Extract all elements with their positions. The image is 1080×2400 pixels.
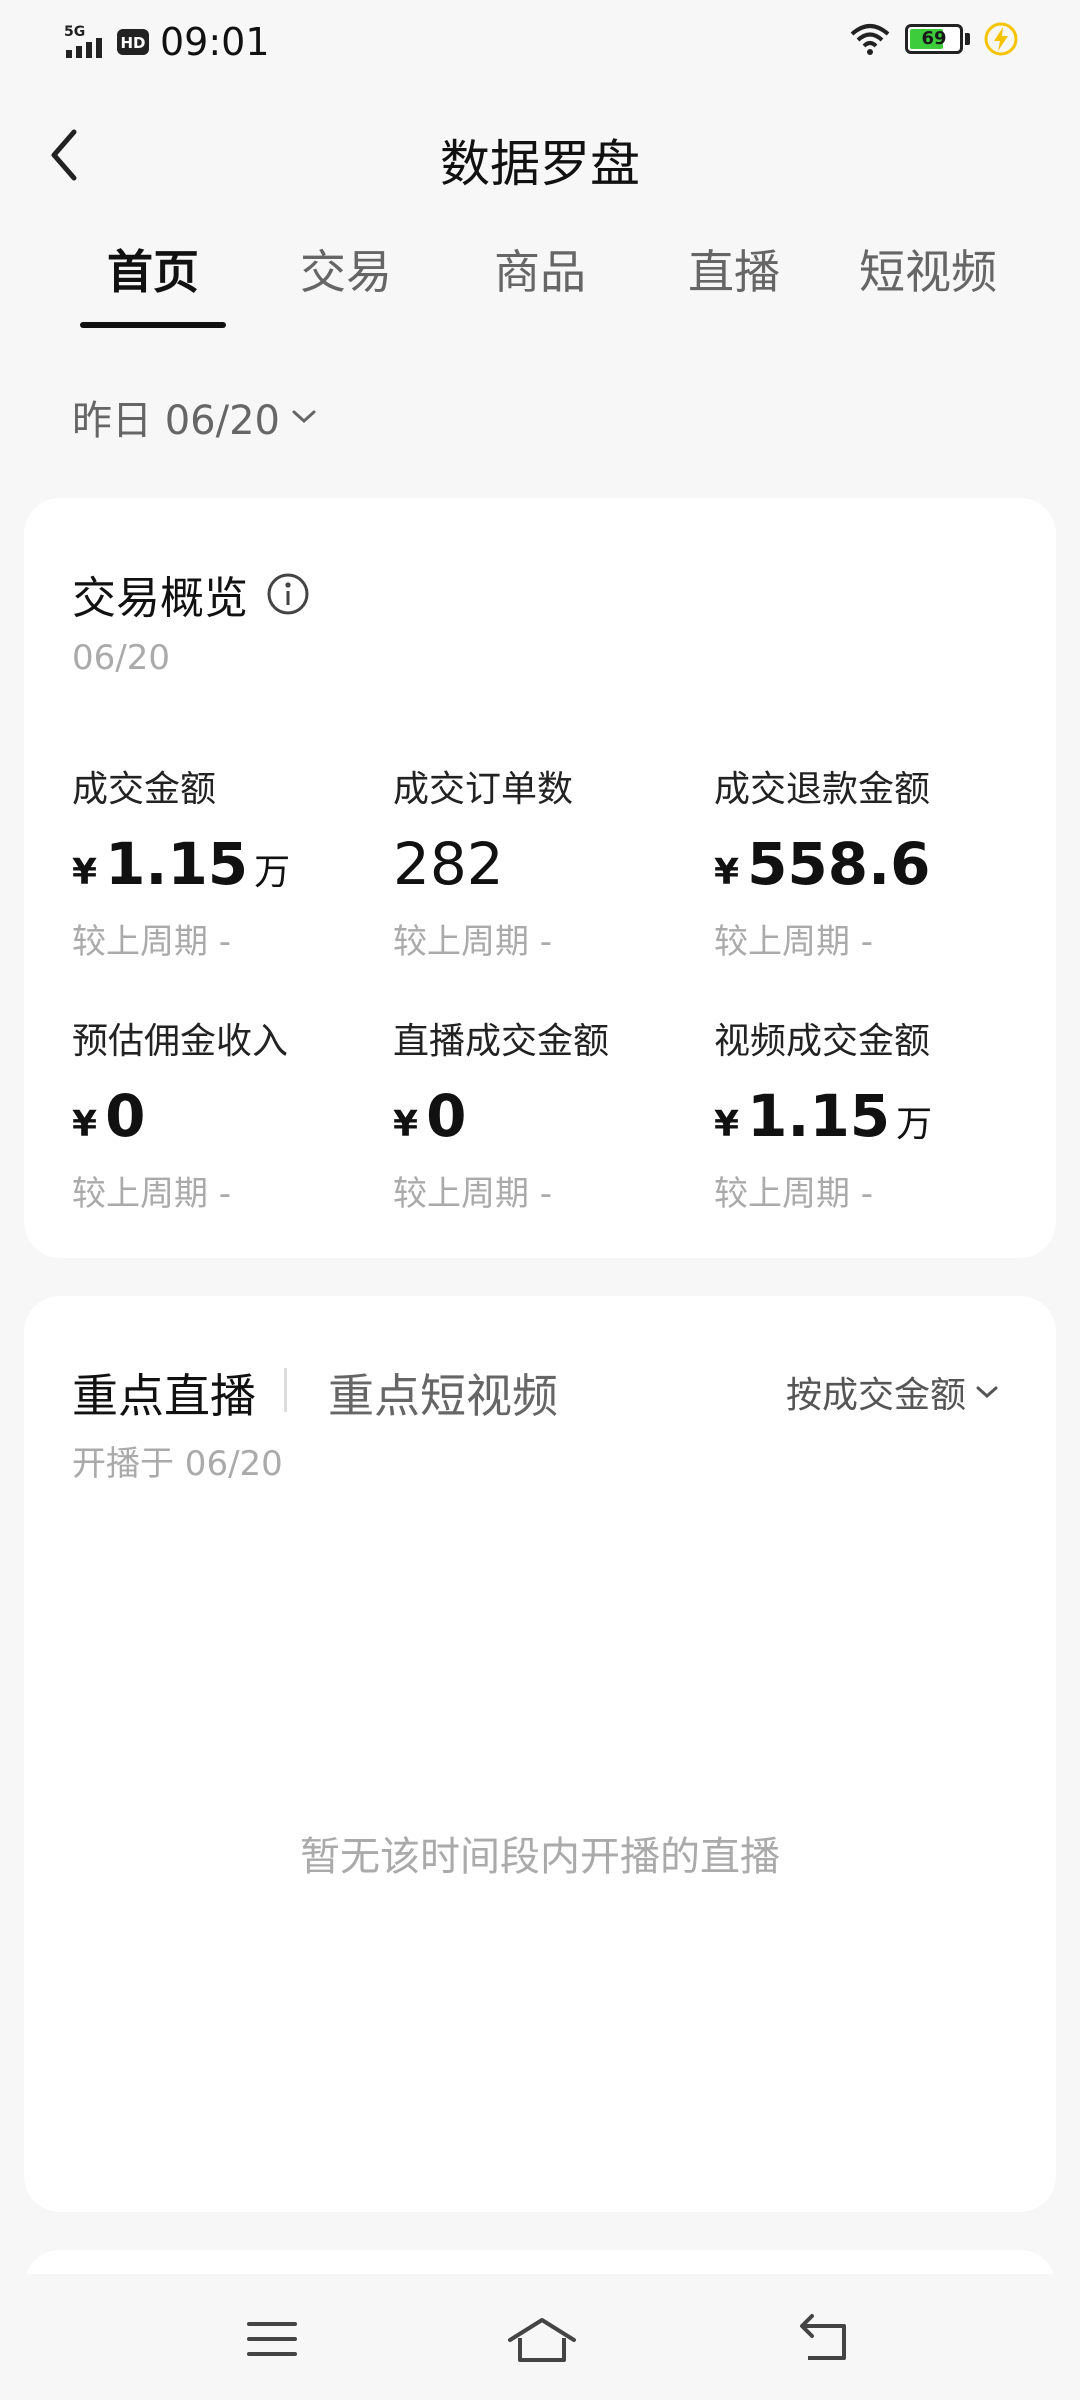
- back-nav-button[interactable]: [784, 2304, 864, 2374]
- empty-state-text: 暂无该时间段内开播的直播: [300, 1834, 780, 1880]
- chevron-down-icon: [292, 410, 316, 424]
- metric-label: 成交金额: [72, 769, 217, 810]
- active-tab-indicator: [80, 322, 226, 328]
- metric-number: 0: [105, 1082, 146, 1150]
- metric-refund[interactable]: 成交退款金额 ¥ 558.6 较上周期 -: [714, 760, 1034, 963]
- metric-compare: 较上周期 -: [72, 922, 232, 962]
- currency-symbol: ¥: [393, 1104, 419, 1145]
- metric-label: 成交订单数: [393, 769, 574, 810]
- wifi-icon: [850, 24, 890, 55]
- status-right: 69: [849, 22, 1018, 56]
- focus-subtitle: 开播于 06/20: [72, 1444, 283, 1484]
- metric-compare: 较上周期 -: [714, 922, 874, 962]
- battery-level: 69: [921, 28, 947, 49]
- metric-value: ¥ 558.6: [714, 830, 1034, 898]
- charging-icon: [984, 22, 1018, 56]
- network-type: 5G: [64, 24, 85, 40]
- metric-number: 1.15: [105, 830, 249, 898]
- info-icon[interactable]: [266, 572, 310, 616]
- metric-gmv[interactable]: 成交金额 ¥ 1.15 万 较上周期 -: [72, 760, 392, 963]
- currency-symbol: ¥: [714, 852, 740, 893]
- metric-compare: 较上周期 -: [714, 1174, 874, 1214]
- tab-short-video[interactable]: 短视频: [828, 236, 1028, 302]
- metric-compare: 较上周期 -: [393, 922, 553, 962]
- clock: 09:01: [160, 20, 270, 64]
- tab-separator: [284, 1368, 287, 1412]
- date-selector[interactable]: 昨日 06/20: [72, 388, 318, 446]
- page-title: 数据罗盘: [440, 135, 640, 193]
- metric-number: 558.6: [747, 830, 931, 898]
- battery-icon: 69: [905, 24, 963, 54]
- currency-symbol: ¥: [714, 1104, 740, 1145]
- metric-unit: 万: [896, 1104, 933, 1145]
- metric-unit: 万: [254, 852, 291, 893]
- metric-compare: 较上周期 -: [72, 1174, 232, 1214]
- metric-number: 1.15: [747, 1082, 891, 1150]
- focus-card: 重点直播 重点短视频 按成交金额 开播于 06/20 暂无该时间段内开播的直播: [24, 1296, 1056, 2212]
- metric-value: ¥ 0: [72, 1082, 392, 1150]
- sort-label: 按成交金额: [785, 1375, 966, 1416]
- status-bar: 5G HD 09:01 69: [0, 0, 1080, 84]
- tab-trade[interactable]: 交易: [246, 236, 446, 302]
- chevron-down-icon: [976, 1386, 998, 1399]
- battery-tip: [965, 33, 970, 45]
- metric-number: 0: [426, 1082, 467, 1150]
- tab-focus-video[interactable]: 重点短视频: [328, 1360, 558, 1426]
- overview-date: 06/20: [72, 638, 170, 678]
- menu-icon: [247, 2322, 297, 2356]
- status-left: 5G HD 09:01: [62, 20, 270, 64]
- metric-value: ¥ 1.15 万: [714, 1082, 1034, 1150]
- overview-title-text: 交易概览: [72, 573, 248, 624]
- date-selector-label: 昨日 06/20: [72, 398, 280, 444]
- tab-live[interactable]: 直播: [634, 236, 834, 302]
- metric-video-gmv[interactable]: 视频成交金额 ¥ 1.15 万 较上周期 -: [714, 1012, 1034, 1215]
- metric-label: 直播成交金额: [393, 1021, 610, 1062]
- overview-card: 交易概览 06/20 成交金额 ¥ 1.15 万 较上周期 - 成交订单数 28…: [24, 498, 1056, 1258]
- overview-title: 交易概览: [72, 562, 310, 626]
- currency-symbol: ¥: [72, 852, 98, 893]
- hd-label: HD: [120, 34, 145, 52]
- metric-label: 视频成交金额: [714, 1021, 931, 1062]
- menu-button[interactable]: [232, 2304, 312, 2374]
- metric-value: ¥ 1.15 万: [72, 830, 392, 898]
- metric-value: ¥ 0: [393, 1082, 713, 1150]
- metric-number: 282: [393, 830, 504, 898]
- currency-symbol: ¥: [72, 1104, 98, 1145]
- metric-label: 预估佣金收入: [72, 1021, 289, 1062]
- metric-label: 成交退款金额: [714, 769, 931, 810]
- sort-dropdown[interactable]: 按成交金额: [786, 1366, 1000, 1418]
- tab-home[interactable]: 首页: [53, 236, 253, 302]
- home-button[interactable]: [502, 2304, 582, 2374]
- metric-compare: 较上周期 -: [393, 1174, 553, 1214]
- system-nav-bar: [0, 2274, 1080, 2400]
- home-icon: [508, 2318, 576, 2362]
- metric-value: 282: [393, 830, 713, 898]
- metric-live-gmv[interactable]: 直播成交金额 ¥ 0 较上周期 -: [393, 1012, 713, 1215]
- hd-icon: HD: [117, 29, 149, 55]
- signal-icon: 5G: [64, 24, 102, 58]
- back-arrow-icon: [800, 2314, 846, 2360]
- tab-goods[interactable]: 商品: [440, 236, 640, 302]
- tab-focus-live[interactable]: 重点直播: [72, 1360, 256, 1426]
- metric-orders[interactable]: 成交订单数 282 较上周期 -: [393, 760, 713, 963]
- top-tabs: 首页 交易 商品 直播 短视频: [0, 236, 1080, 336]
- metric-commission[interactable]: 预估佣金收入 ¥ 0 较上周期 -: [72, 1012, 392, 1215]
- app-header: 数据罗盘: [0, 110, 1080, 200]
